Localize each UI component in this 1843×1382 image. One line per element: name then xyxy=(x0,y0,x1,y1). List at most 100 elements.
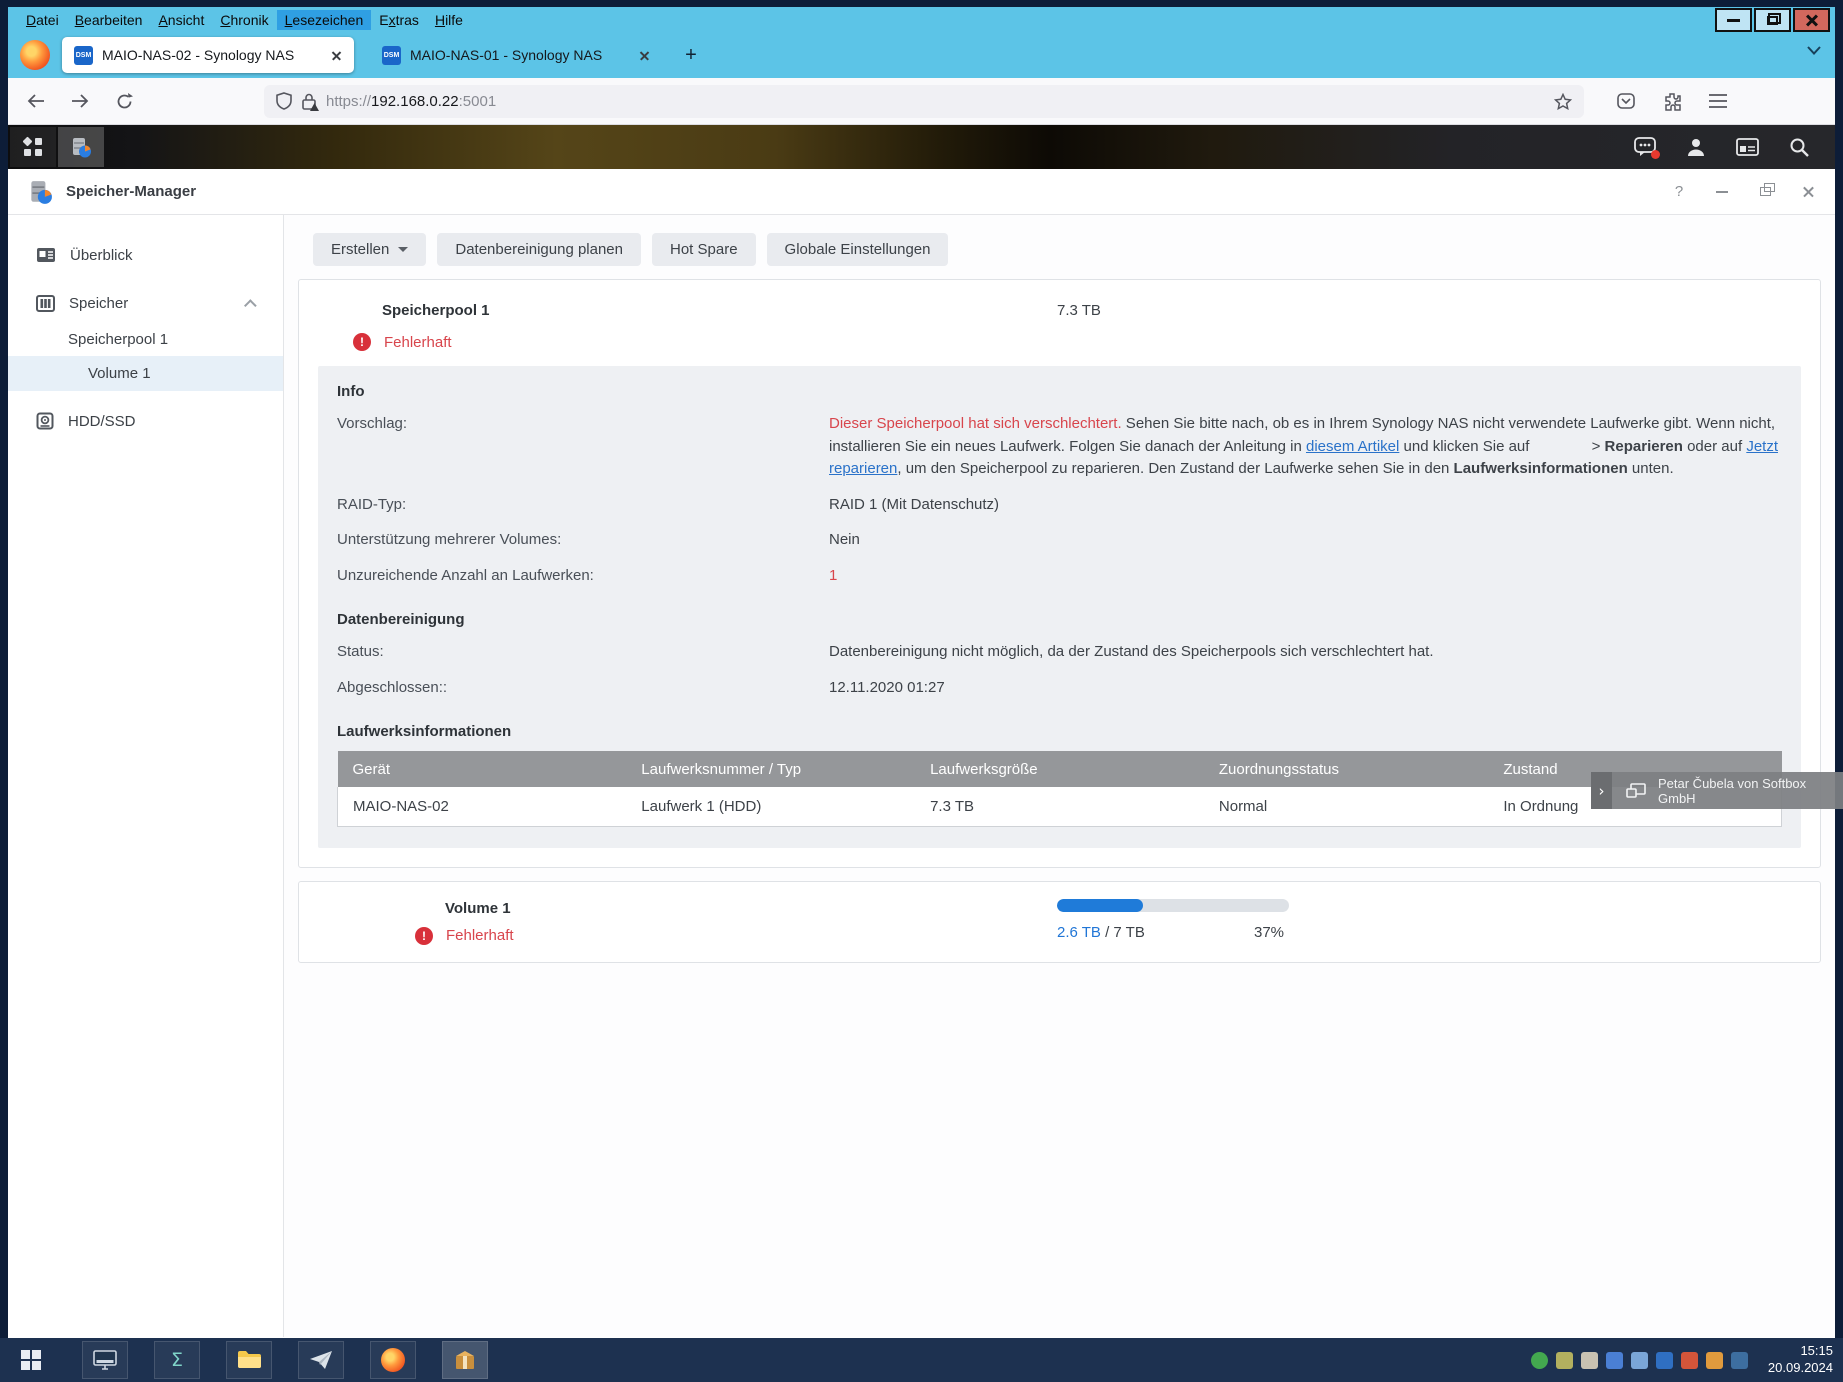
taskbar-file-explorer-icon[interactable] xyxy=(226,1341,272,1379)
back-icon[interactable] xyxy=(22,87,50,115)
dropdown-caret-icon xyxy=(398,247,408,252)
taskbar-package-app-icon[interactable] xyxy=(442,1341,488,1379)
tray-icon-9[interactable] xyxy=(1731,1352,1748,1369)
tab-close-icon[interactable] xyxy=(331,50,342,61)
new-tab-button[interactable]: + xyxy=(676,40,706,70)
sidebar-label: Überblick xyxy=(70,247,133,264)
lock-warning-icon[interactable] xyxy=(302,93,316,110)
tab-maio-nas-02[interactable]: DSM MAIO-NAS-02 - Synology NAS xyxy=(62,37,354,73)
notification-badge xyxy=(1651,150,1660,159)
app-menu-hamburger-icon[interactable] xyxy=(1704,87,1732,115)
button-label: Datenbereinigung planen xyxy=(455,241,623,258)
cell-number-type: Laufwerk 1 (HDD) xyxy=(626,787,915,826)
taskbar-sigma-app-icon[interactable]: Σ xyxy=(154,1341,200,1379)
widgets-icon[interactable] xyxy=(1736,138,1759,156)
sidebar-label: Speicher xyxy=(69,295,128,312)
hot-spare-button[interactable]: Hot Spare xyxy=(652,233,756,266)
minimize-icon[interactable] xyxy=(1714,184,1730,200)
reload-icon[interactable] xyxy=(110,87,138,115)
sidebar-item-volume-1[interactable]: Volume 1 xyxy=(8,356,283,391)
menu-hilfe[interactable]: Hilfe xyxy=(427,10,471,30)
bookmark-star-icon[interactable] xyxy=(1554,93,1572,110)
extensions-puzzle-icon[interactable] xyxy=(1658,87,1686,115)
sidebar-item-speicher[interactable]: Speicher xyxy=(8,283,283,323)
close-button[interactable] xyxy=(1793,8,1830,32)
tray-icon-3[interactable] xyxy=(1581,1352,1598,1369)
pocket-icon[interactable] xyxy=(1612,87,1640,115)
start-button[interactable] xyxy=(6,1338,56,1382)
datenbereinigung-planen-button[interactable]: Datenbereinigung planen xyxy=(437,233,641,266)
restore-button[interactable] xyxy=(1754,8,1791,32)
row-label: RAID-Typ: xyxy=(337,494,829,517)
volume-used[interactable]: 2.6 TB xyxy=(1057,924,1101,941)
dsm-topbar-right xyxy=(1634,137,1835,157)
tray-icon-5[interactable] xyxy=(1631,1352,1648,1369)
sidebar-label: Volume 1 xyxy=(88,365,151,382)
tray-icon-6[interactable] xyxy=(1656,1352,1673,1369)
tray-icon-2[interactable] xyxy=(1556,1352,1573,1369)
menu-chronik[interactable]: Chronik xyxy=(212,10,276,30)
storage-manager-window: Speicher-Manager ? xyxy=(8,169,1835,1337)
taskbar-paper-plane-app-icon[interactable] xyxy=(298,1341,344,1379)
volume-usage-bar xyxy=(1057,899,1289,912)
erstellen-button[interactable]: Erstellen xyxy=(313,233,426,266)
restore-icon[interactable] xyxy=(1757,184,1773,200)
close-icon[interactable] xyxy=(1800,184,1816,200)
info-heading: Info xyxy=(337,383,1782,400)
taskbar-clock[interactable]: 15:15 20.09.2024 xyxy=(1768,1343,1833,1377)
toolbar: Erstellen Datenbereinigung planen Hot Sp… xyxy=(313,233,1821,266)
overlay-expand-chevron-icon[interactable]: › xyxy=(1591,772,1612,809)
row-value: 1 xyxy=(829,565,1782,588)
cell-allocation: Normal xyxy=(1204,787,1488,826)
button-label: Globale Einstellungen xyxy=(785,241,931,258)
minimize-button[interactable] xyxy=(1715,8,1752,32)
col-laufwerksgroesse[interactable]: Laufwerksgröße xyxy=(915,751,1204,787)
col-laufwerksnummer[interactable]: Laufwerksnummer / Typ xyxy=(626,751,915,787)
shield-icon[interactable] xyxy=(276,92,292,110)
tab-maio-nas-01[interactable]: DSM MAIO-NAS-01 - Synology NAS xyxy=(370,37,662,73)
search-icon[interactable] xyxy=(1789,137,1809,157)
menu-bearbeiten[interactable]: Bearbeiten xyxy=(67,10,151,30)
button-label: Hot Spare xyxy=(670,241,738,258)
tray-icon-8[interactable] xyxy=(1706,1352,1723,1369)
diesem-artikel-link[interactable]: diesem Artikel xyxy=(1306,438,1399,455)
system-tray xyxy=(1531,1352,1756,1369)
all-tabs-chevron-icon[interactable] xyxy=(1807,46,1821,55)
firefox-icon xyxy=(381,1348,405,1372)
volume-card[interactable]: Volume 1 Fehlerhaft 2.6 TB / 7 TB xyxy=(298,881,1821,963)
firefox-window: Datei Bearbeiten Ansicht Chronik Lesezei… xyxy=(8,7,1835,1338)
taskbar-firefox-icon[interactable] xyxy=(370,1341,416,1379)
col-geraet[interactable]: Gerät xyxy=(338,751,627,787)
storage-manager-titlebar[interactable]: Speicher-Manager ? xyxy=(8,169,1835,215)
tab-close-icon[interactable] xyxy=(639,50,650,61)
chevron-up-icon[interactable] xyxy=(244,299,257,312)
url-bar[interactable]: https://192.168.0.22:5001 xyxy=(264,85,1584,118)
user-icon[interactable] xyxy=(1686,137,1706,157)
multi-volume-row: Unterstützung mehrerer Volumes: Nein xyxy=(337,529,1782,552)
help-icon[interactable]: ? xyxy=(1671,184,1687,200)
menu-ansicht[interactable]: Ansicht xyxy=(150,10,212,30)
row-value: RAID 1 (Mit Datenschutz) xyxy=(829,494,1782,517)
sidebar-item-ueberblick[interactable]: Überblick xyxy=(8,235,283,275)
app-launcher-icon[interactable] xyxy=(10,127,56,167)
menu-lesezeichen[interactable]: Lesezeichen xyxy=(277,10,372,30)
menu-extras[interactable]: Extras xyxy=(371,10,427,30)
globale-einstellungen-button[interactable]: Globale Einstellungen xyxy=(767,233,949,266)
tray-icon-7[interactable] xyxy=(1681,1352,1698,1369)
notifications-chat-icon[interactable] xyxy=(1634,137,1656,157)
cell-device: MAIO-NAS-02 xyxy=(338,787,627,826)
dsm-favicon: DSM xyxy=(74,46,93,65)
button-label: Erstellen xyxy=(331,241,389,258)
sidebar-item-speicherpool-1[interactable]: Speicherpool 1 xyxy=(8,323,283,356)
tray-icon-1[interactable] xyxy=(1531,1352,1548,1369)
menu-datei[interactable]: Datei xyxy=(18,10,67,30)
tray-icon-4[interactable] xyxy=(1606,1352,1623,1369)
taskbar-desktop-app-icon[interactable] xyxy=(82,1341,128,1379)
scrub-completed-row: Abgeschlossen:: 12.11.2020 01:27 xyxy=(337,677,1782,700)
storage-manager-taskbar-icon[interactable] xyxy=(58,127,104,167)
volume-status-text: Fehlerhaft xyxy=(446,927,514,944)
col-zuordnungsstatus[interactable]: Zuordnungsstatus xyxy=(1204,751,1488,787)
sidebar-item-hdd-ssd[interactable]: HDD/SSD xyxy=(8,401,283,441)
table-row[interactable]: MAIO-NAS-02 Laufwerk 1 (HDD) 7.3 TB Norm… xyxy=(338,787,1782,826)
forward-icon[interactable] xyxy=(66,87,94,115)
